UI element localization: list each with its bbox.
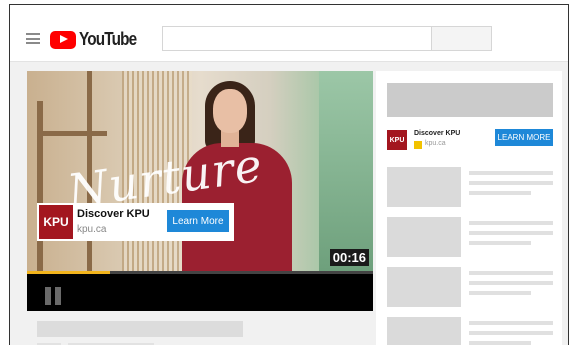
progress-bar[interactable] xyxy=(27,271,373,274)
pause-icon[interactable] xyxy=(45,287,61,305)
recommended-text-placeholder xyxy=(469,341,531,345)
video-title-placeholder xyxy=(37,321,243,337)
loom-post xyxy=(37,101,43,271)
window-light xyxy=(319,71,373,271)
recommended-text-placeholder xyxy=(469,281,553,285)
sidebar-ad[interactable]: KPU Discover KPU kpu.ca LEARN MORE xyxy=(387,128,553,158)
ad-url: kpu.ca xyxy=(77,224,107,235)
browser-frame: YouTube Nurture KPU Discover KPU kpu.ca … xyxy=(9,4,569,345)
recommended-video[interactable] xyxy=(387,167,553,207)
loom-beam xyxy=(37,131,107,136)
companion-banner-placeholder[interactable] xyxy=(387,83,553,117)
sidebar-ad-url: kpu.ca xyxy=(425,140,446,147)
recommended-thumbnail[interactable] xyxy=(387,167,461,207)
kpu-logo-small: KPU xyxy=(387,130,407,150)
sidebar-ad-title: Discover KPU xyxy=(414,130,461,137)
youtube-play-icon xyxy=(50,30,76,49)
recommended-text-placeholder xyxy=(469,321,553,325)
logo-text: YouTube xyxy=(79,29,137,49)
ad-title: Discover KPU xyxy=(77,208,150,220)
recommended-text-placeholder xyxy=(469,221,553,225)
recommended-thumbnail[interactable] xyxy=(387,317,461,345)
recommended-text-placeholder xyxy=(469,241,531,245)
masthead: YouTube xyxy=(10,5,568,62)
recommended-thumbnail[interactable] xyxy=(387,217,461,257)
video-player[interactable]: Nurture KPU Discover KPU kpu.ca Learn Mo… xyxy=(27,71,373,311)
recommended-text-placeholder xyxy=(469,231,553,235)
recommended-text-placeholder xyxy=(469,271,553,275)
recommended-thumbnail[interactable] xyxy=(387,267,461,307)
ad-badge xyxy=(414,141,422,149)
recommended-video[interactable] xyxy=(387,317,553,345)
ad-timestamp: 00:16 xyxy=(329,249,369,266)
recommended-text-placeholder xyxy=(469,181,553,185)
recommended-text-placeholder xyxy=(469,171,553,175)
recommended-video[interactable] xyxy=(387,267,553,307)
kpu-logo: KPU xyxy=(39,205,73,239)
recommended-text-placeholder xyxy=(469,291,531,295)
learn-more-button[interactable]: Learn More xyxy=(167,210,229,232)
recommended-text-placeholder xyxy=(469,191,531,195)
video-frame[interactable]: Nurture KPU Discover KPU kpu.ca Learn Mo… xyxy=(27,71,373,271)
ad-overlay-card[interactable]: KPU Discover KPU kpu.ca Learn More xyxy=(37,203,234,241)
sidebar: KPU Discover KPU kpu.ca LEARN MORE xyxy=(376,71,562,345)
recommended-text-placeholder xyxy=(469,331,553,335)
search-input[interactable] xyxy=(162,26,492,51)
search-button[interactable] xyxy=(431,27,491,50)
recommended-video[interactable] xyxy=(387,217,553,257)
watch-page: Nurture KPU Discover KPU kpu.ca Learn Mo… xyxy=(10,63,568,345)
youtube-logo[interactable]: YouTube xyxy=(50,29,146,50)
progress-fill xyxy=(27,271,111,274)
hamburger-icon[interactable] xyxy=(26,33,40,44)
sidebar-learn-more-button[interactable]: LEARN MORE xyxy=(495,129,553,146)
